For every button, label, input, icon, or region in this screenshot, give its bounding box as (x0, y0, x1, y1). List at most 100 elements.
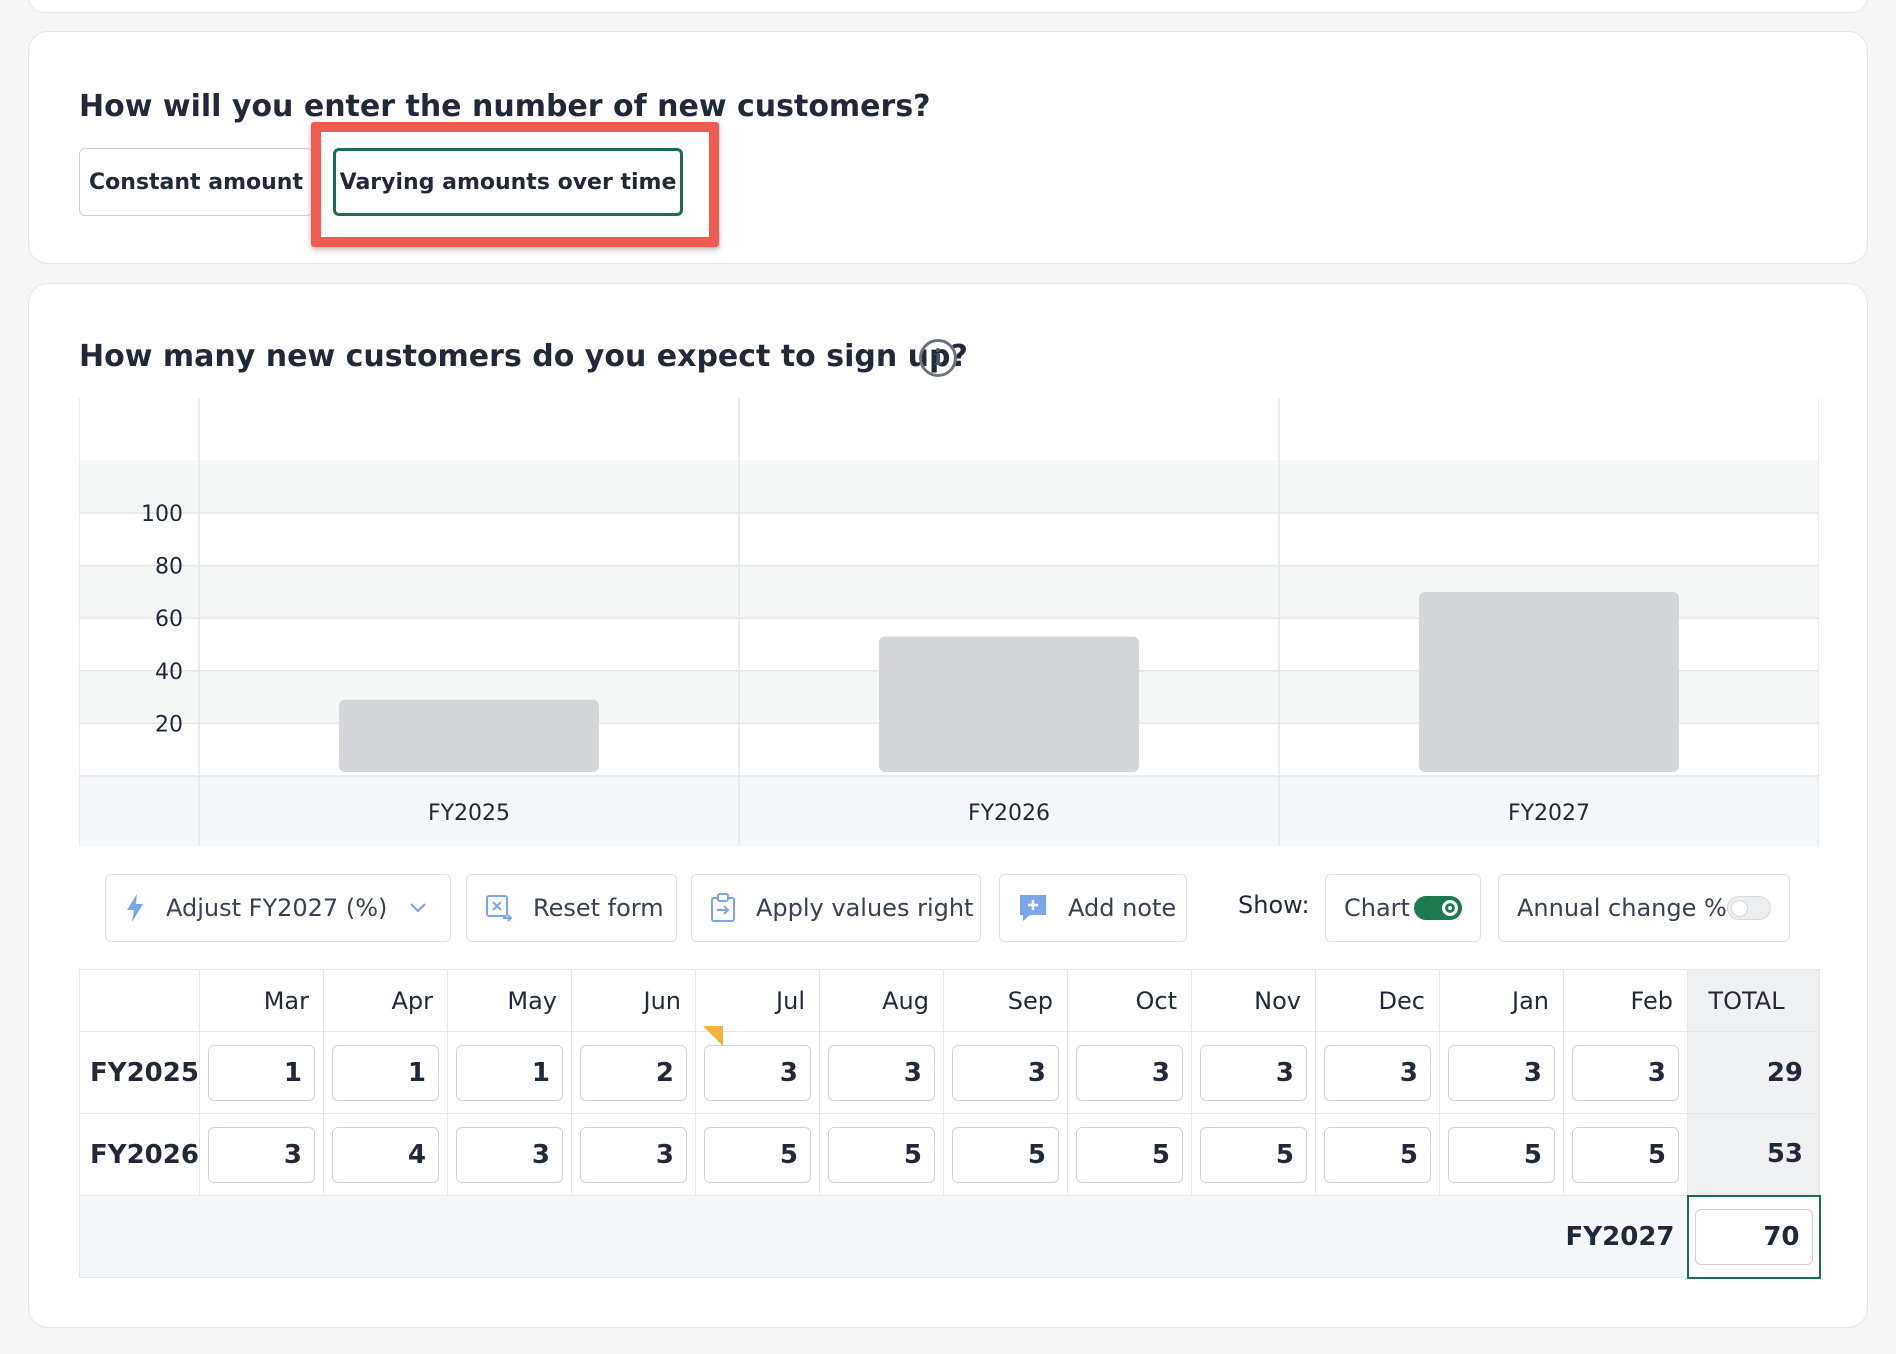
value-input[interactable]: 5 (1448, 1127, 1555, 1183)
month-header-feb: Feb (1564, 970, 1688, 1032)
value-cell: 3 (1440, 1032, 1564, 1114)
value-input[interactable]: 4 (332, 1127, 439, 1183)
grid-band (79, 460, 1819, 513)
value-cell: 3 (1192, 1032, 1316, 1114)
value-input[interactable]: 3 (208, 1127, 315, 1183)
clipboard-icon (710, 893, 736, 923)
value-input[interactable]: 5 (1200, 1127, 1307, 1183)
add-note-label: Add note (1068, 894, 1176, 922)
value-input[interactable]: 1 (208, 1045, 315, 1101)
reset-label: Reset form (533, 894, 664, 922)
month-header-row: MarAprMayJunJulAugSepOctNovDecJanFebTOTA… (80, 970, 1820, 1032)
customers-table: MarAprMayJunJulAugSepOctNovDecJanFebTOTA… (79, 969, 1821, 1279)
value-cell: 3 (200, 1114, 324, 1196)
table-row: FY202634335555555553 (80, 1114, 1820, 1196)
value-cell: 3 (820, 1032, 944, 1114)
value-cell: 2 (572, 1032, 696, 1114)
varying-amounts-button[interactable]: Varying amounts over time (333, 148, 683, 216)
chart-toggle-label: Chart (1344, 894, 1410, 922)
value-input[interactable]: 2 (580, 1045, 687, 1101)
constant-amount-button[interactable]: Constant amount (79, 148, 313, 216)
month-header-aug: Aug (820, 970, 944, 1032)
month-header-oct: Oct (1068, 970, 1192, 1032)
y-tick-label: 80 (155, 555, 183, 580)
value-input[interactable]: 5 (828, 1127, 935, 1183)
fy2027-input[interactable]: 70 (1695, 1209, 1813, 1265)
value-cell: 3 (1316, 1032, 1440, 1114)
fy2027-label: FY2027 (80, 1196, 1688, 1278)
value-cell: 1 (448, 1032, 572, 1114)
bar-fy2027 (1419, 592, 1679, 772)
corner-cell (80, 970, 200, 1032)
adjust-fy2027-dropdown[interactable]: Adjust FY2027 (%) (105, 874, 451, 942)
note-flag-icon[interactable] (703, 1026, 723, 1046)
value-input[interactable]: 1 (456, 1045, 563, 1101)
value-input[interactable]: 5 (1076, 1127, 1183, 1183)
value-cell: 5 (1564, 1114, 1688, 1196)
fy2027-row: FY202770 (80, 1196, 1820, 1278)
adjust-label: Adjust FY2027 (%) (166, 894, 387, 922)
month-header-nov: Nov (1192, 970, 1316, 1032)
value-cell: 5 (696, 1114, 820, 1196)
value-cell: 5 (1440, 1114, 1564, 1196)
x-tick-label: FY2025 (428, 801, 510, 826)
month-header-apr: Apr (324, 970, 448, 1032)
value-cell: 5 (1192, 1114, 1316, 1196)
y-tick-label: 20 (155, 712, 183, 737)
month-header-jun: Jun (572, 970, 696, 1032)
row-label: FY2025 (80, 1032, 200, 1114)
value-input[interactable]: 5 (1572, 1127, 1679, 1183)
value-cell: 1 (324, 1032, 448, 1114)
x-tick-label: FY2027 (1508, 801, 1590, 826)
value-cell: 5 (1068, 1114, 1192, 1196)
annual-change-label: Annual change % (1517, 894, 1727, 922)
fy2027-cell: 70 (1688, 1196, 1820, 1278)
value-input[interactable]: 3 (952, 1045, 1059, 1101)
previous-card (28, 0, 1868, 13)
reset-icon (485, 894, 513, 922)
value-input[interactable]: 3 (1572, 1045, 1679, 1101)
show-label: Show: (1238, 891, 1310, 919)
annual-change-toggle[interactable]: Annual change % (1498, 874, 1790, 942)
value-input[interactable]: 3 (1324, 1045, 1431, 1101)
value-input[interactable]: 3 (1200, 1045, 1307, 1101)
value-input[interactable]: 5 (952, 1127, 1059, 1183)
reset-form-button[interactable]: Reset form (466, 874, 677, 942)
month-header-dec: Dec (1316, 970, 1440, 1032)
value-input[interactable]: 3 (456, 1127, 563, 1183)
value-input[interactable]: 3 (580, 1127, 687, 1183)
info-icon[interactable]: i (919, 339, 957, 377)
value-input[interactable]: 1 (332, 1045, 439, 1101)
chevron-down-icon (409, 902, 427, 914)
total-header: TOTAL (1688, 970, 1820, 1032)
value-input[interactable]: 3 (828, 1045, 935, 1101)
value-input[interactable]: 3 (1076, 1045, 1183, 1101)
row-label: FY2026 (80, 1114, 200, 1196)
month-header-jul: Jul (696, 970, 820, 1032)
value-cell: 3 (1068, 1032, 1192, 1114)
add-note-icon (1018, 893, 1048, 923)
value-cell: 1 (200, 1032, 324, 1114)
value-input[interactable]: 5 (1324, 1127, 1431, 1183)
chart-switch[interactable] (1414, 896, 1462, 920)
row-total: 53 (1688, 1114, 1820, 1196)
lightning-icon (124, 893, 146, 923)
value-input[interactable]: 3 (1448, 1045, 1555, 1101)
add-note-button[interactable]: Add note (999, 874, 1187, 942)
new-customers-card: How many new customers do you expect to … (28, 283, 1868, 1328)
value-cell: 5 (820, 1114, 944, 1196)
x-tick-label: FY2026 (968, 801, 1050, 826)
new-customers-chart: 20406080100FY2025FY2026FY2027 (79, 398, 1819, 846)
chart-toggle[interactable]: Chart (1325, 874, 1481, 942)
value-input[interactable]: 5 (704, 1127, 811, 1183)
apply-label: Apply values right (756, 894, 973, 922)
annual-change-switch[interactable] (1727, 896, 1771, 920)
y-tick-label: 40 (155, 660, 183, 685)
apply-values-right-button[interactable]: Apply values right (691, 874, 981, 942)
bar-fy2025 (339, 700, 599, 772)
row-total: 29 (1688, 1032, 1820, 1114)
value-input[interactable]: 3 (704, 1045, 811, 1101)
table-row: FY202511123333333329 (80, 1032, 1820, 1114)
value-cell: 3 (1564, 1032, 1688, 1114)
month-header-may: May (448, 970, 572, 1032)
